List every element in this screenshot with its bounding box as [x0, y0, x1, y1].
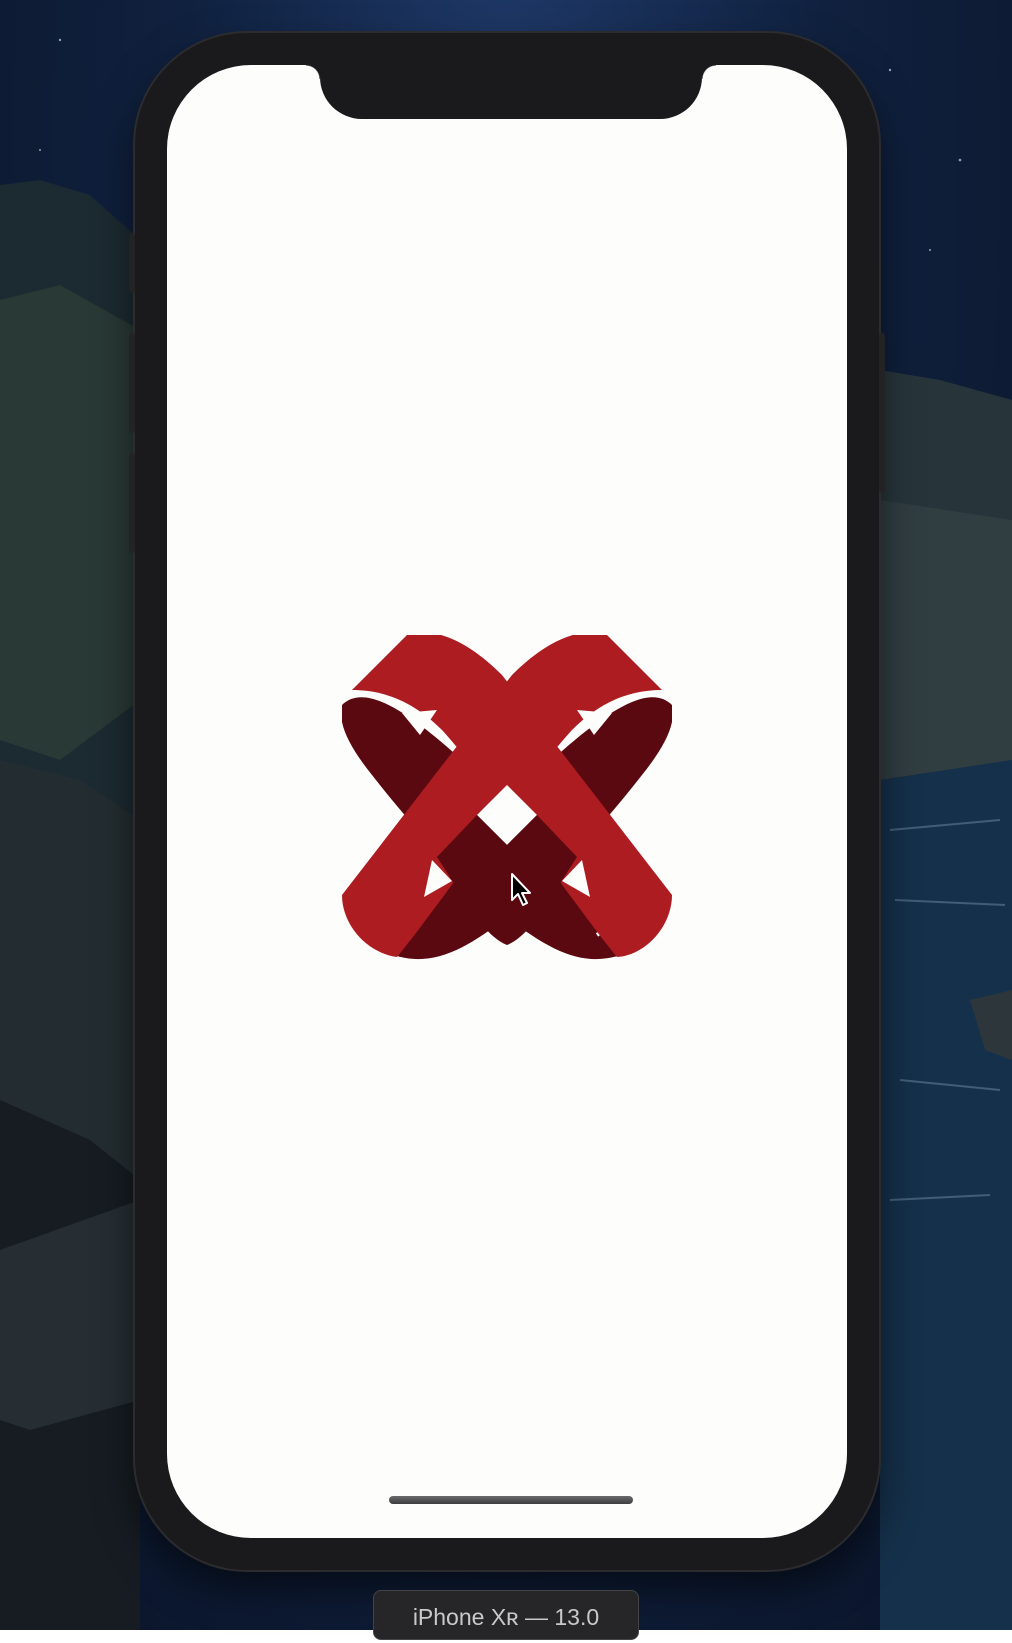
arrow-cursor-icon: [511, 873, 531, 906]
home-indicator[interactable]: [389, 1496, 633, 1504]
screen-notch: [306, 65, 716, 119]
ring-silent-switch: [129, 233, 135, 293]
ribbon-x-logo-icon: [342, 635, 672, 959]
volume-up-button: [129, 333, 135, 433]
volume-down-button: [129, 453, 135, 553]
device-screen[interactable]: [167, 65, 847, 1538]
side-power-button: [879, 333, 885, 493]
simulator-device-label: iPhone Xʀ — 13.0: [373, 1590, 639, 1640]
simulator-device-frame: [129, 33, 885, 1570]
